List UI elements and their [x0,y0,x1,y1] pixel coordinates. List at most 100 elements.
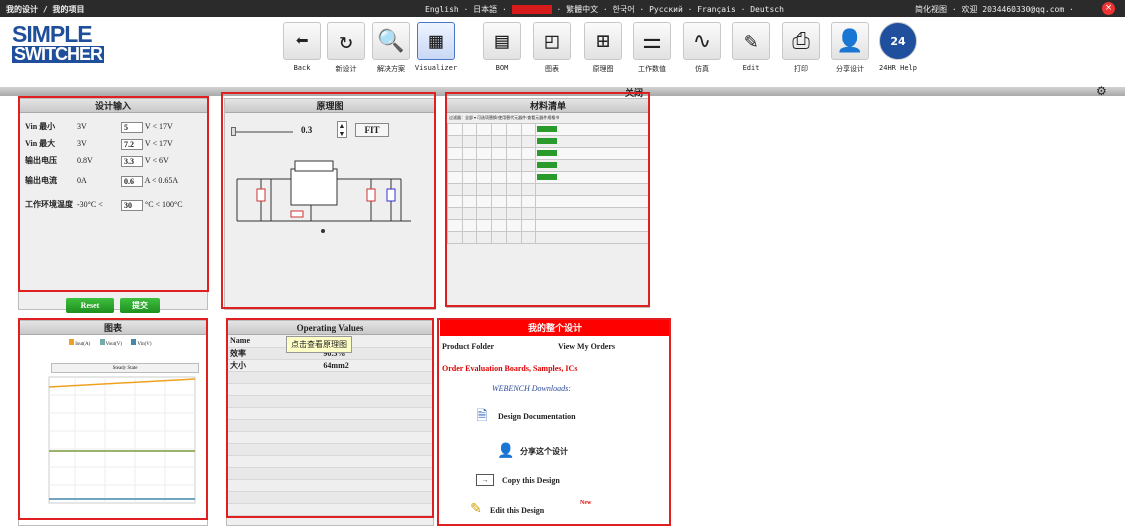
toolbar-waveform-button[interactable]: ∿ 仿真 [680,22,724,74]
toolbar-share-button[interactable]: 👤 分享设计 [828,22,872,74]
product-folder-link[interactable]: Product Folder [442,342,494,351]
toolbar-edit-button[interactable]: ✎ Edit [729,22,773,72]
toolbar-back-button[interactable]: ⬅ Back [280,22,324,72]
input-field[interactable]: 7.2 [121,138,143,150]
refresh-icon[interactable]: ↻ [327,22,365,60]
share-design-link[interactable]: 分享这个设计 [520,446,568,457]
bom-cell [461,123,478,136]
design-documentation-link[interactable]: Design Documentation [498,412,576,421]
operating-values-row[interactable]: 大小 64mm2 [227,359,433,372]
bom-icon[interactable]: ▤ [483,22,521,60]
toolbar-bom-button[interactable]: ▤ BOM [480,22,524,72]
empty-cell [227,491,321,504]
logo-line-1: SIMPLE [12,21,93,47]
bom-cell [520,207,537,220]
zoom-stepper[interactable]: ▲ ▼ [337,121,347,138]
bom-alternate-button[interactable] [537,161,558,168]
bom-row[interactable] [447,123,649,136]
bom-row[interactable] [447,207,649,220]
bom-cell [505,135,522,148]
bom-cell [535,171,649,184]
input-field[interactable]: 5 [121,121,143,133]
toolbar-label: BOM [495,64,509,72]
chart-icon[interactable]: ◰ [533,22,571,60]
order-evaluation-link[interactable]: Order Evaluation Boards, Samples, ICs [442,364,577,373]
bom-cell [535,231,649,244]
bom-alternate-button[interactable] [537,137,558,144]
visualizer-icon[interactable]: ▦ [417,22,455,60]
bom-alternate-button[interactable] [537,149,558,156]
waveform-icon[interactable]: ∿ [683,22,721,60]
printer-icon[interactable]: ⎙ [782,22,820,60]
bom-cell [447,195,463,208]
bom-row[interactable] [447,219,649,232]
bom-alternate-button[interactable] [537,125,558,132]
language-selected[interactable]: 简体中文 [511,5,552,14]
bom-cell [476,231,493,244]
input-field[interactable]: 0.6 [121,175,143,187]
toolbar-solutions-button[interactable]: 🔍 解决方案 [369,22,413,74]
reset-button[interactable]: Reset [66,298,114,313]
bom-row[interactable] [447,147,649,160]
breadcrumb[interactable]: 我的设计 / 我的项目 [6,4,84,15]
close-icon[interactable]: × [1102,2,1115,15]
view-orders-link[interactable]: View My Orders [558,342,615,351]
bom-row[interactable] [447,183,649,196]
input-field[interactable]: 3.3 [121,155,143,167]
toolbar-help24-button[interactable]: 24 24HR Help [876,22,920,72]
user-info[interactable]: 简化视图 · 欢迎 2034460330@qq.com · [915,4,1074,15]
bom-row[interactable] [447,195,649,208]
edit-icon[interactable]: ✎ [732,22,770,60]
chart-inner-title[interactable]: Steady State [51,363,199,373]
toolbar-redesign-button[interactable]: ↻ 新设计 [324,22,368,74]
copy-design-link[interactable]: Copy this Design [502,476,560,485]
help-24-icon[interactable]: 24 [879,22,917,60]
magnifier-icon[interactable]: 🔍 [372,22,410,60]
zoom-slider[interactable] [231,131,293,133]
top-bar: 我的设计 / 我的项目 English · 日本語 · 简体中文 · 繁體中文 … [0,0,1125,17]
schematic-tooltip: 点击查看原理图 [286,336,352,353]
input-label: Vin 最小 [25,122,56,131]
toolbar-operating-values-button[interactable]: ⚌ 工作数值 [630,22,674,74]
values-icon[interactable]: ⚌ [633,22,671,60]
zoom-slider-handle[interactable] [231,127,236,136]
submit-button[interactable]: 提交 [120,298,160,313]
toolbar-schematic-button[interactable]: ⊞ 原理图 [581,22,625,74]
back-arrow-icon[interactable]: ⬅ [283,22,321,60]
language-menu[interactable]: English · 日本語 · 简体中文 · 繁體中文 · 한국어 · Русс… [425,4,784,15]
schematic-icon[interactable]: ⊞ [584,22,622,60]
bom-row[interactable] [447,171,649,184]
bom-cell [535,195,649,208]
share-icon[interactable]: 👤 [831,22,869,60]
bom-title: 材料清单 [447,99,649,113]
edit-design-link[interactable]: Edit this Design [490,506,544,515]
schematic-diagram[interactable] [231,151,427,235]
empty-cell [227,455,321,468]
toolbar-charts-button[interactable]: ◰ 图表 [530,22,574,74]
toolbar-print-button[interactable]: ⎙ 打印 [779,22,823,74]
language-links-rest[interactable]: · 繁體中文 · 한국어 · Русский · Français · Deut… [556,5,783,14]
layout-icon[interactable]: ⚙ [1096,84,1107,99]
bom-row[interactable] [447,135,649,148]
steady-state-chart[interactable] [35,375,199,523]
input-field[interactable]: 30 [121,199,143,211]
bom-row[interactable] [447,231,649,244]
design-input-row: 输出电压 0.8V 3.3 V < 6V [25,155,169,167]
fit-button[interactable]: FIT [355,123,389,137]
toolbar-visualizer-button[interactable]: ▦ Visualizer [414,22,458,72]
bom-cell [461,207,478,220]
input-max: A < 0.65A [144,176,179,185]
empty-cell [320,371,433,384]
input-min: -30°C < [77,200,103,209]
empty-row [227,491,433,504]
toolbar-label: 分享设计 [836,65,864,73]
bom-filter[interactable]: 过滤器：全部 ▾ 可选项替换/使用替代元器件/查看元器件规格书 [447,113,649,123]
empty-cell [320,419,433,432]
bom-alternate-button[interactable] [537,173,558,180]
language-links[interactable]: English · 日本語 · [425,5,507,14]
bom-cell [461,219,478,232]
empty-row [227,455,433,468]
simple-switcher-logo[interactable]: SIMPLE SWITCHER [12,21,104,63]
bom-row[interactable] [447,159,649,172]
empty-row [227,431,433,444]
